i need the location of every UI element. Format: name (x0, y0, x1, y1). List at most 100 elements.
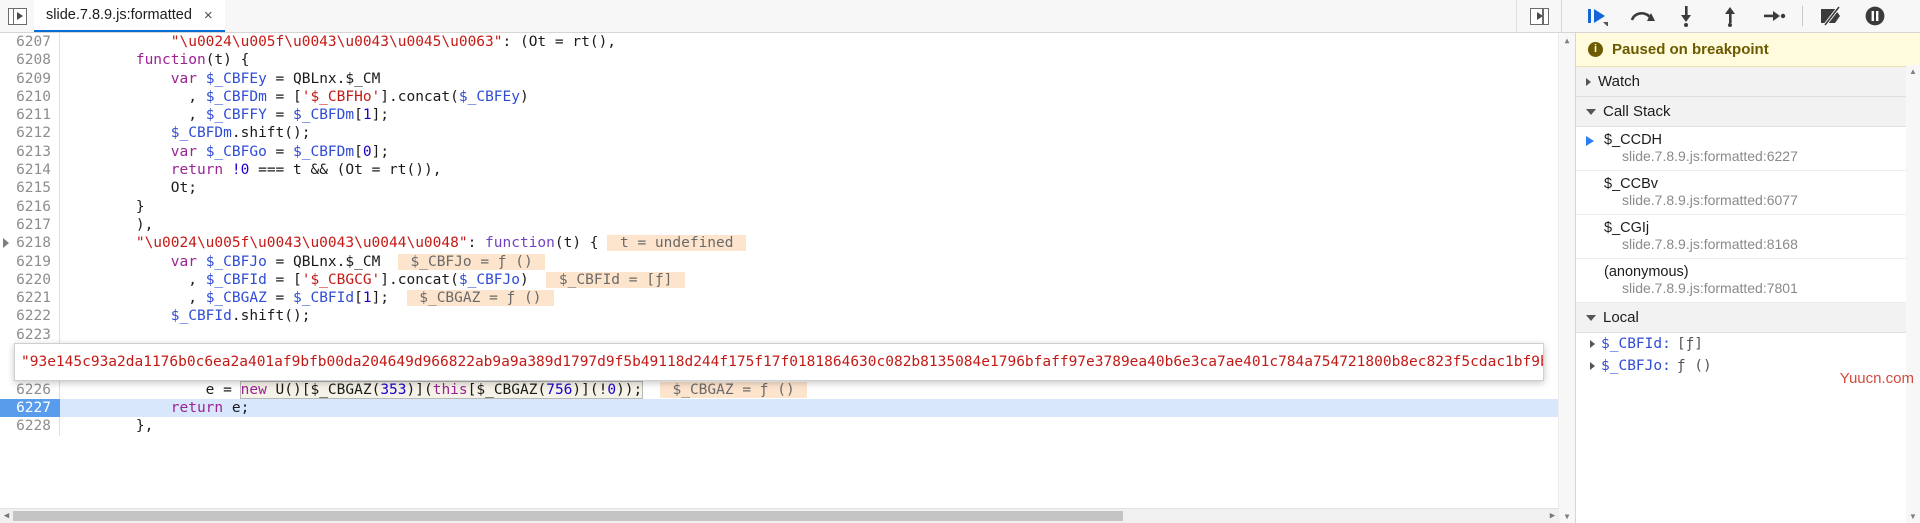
step-out-button[interactable] (1708, 1, 1752, 32)
line-number[interactable]: 6208 (0, 51, 60, 70)
pause-on-exceptions-button[interactable] (1853, 1, 1897, 32)
code-line[interactable]: 6220 , $_CBFId = ['$_CBGCG'].concat($_CB… (0, 270, 1559, 290)
code-line[interactable]: 6215 Ot; (0, 179, 1559, 198)
sidebar-vertical-scrollbar[interactable]: ▲ ▼ (1906, 65, 1920, 523)
line-number[interactable]: 6210 (0, 87, 60, 107)
step-over-button[interactable] (1620, 1, 1664, 32)
code-line[interactable]: 6222 $_CBFId.shift(); (0, 307, 1559, 326)
line-number[interactable]: 6214 (0, 161, 60, 180)
watch-section-header[interactable]: Watch (1576, 67, 1920, 97)
call-stack-frame[interactable]: $_CCDH slide.7.8.9.js:formatted:6227 (1576, 127, 1920, 171)
code-text[interactable]: "\u0024\u005f\u0043\u0043\u0045\u0063": … (60, 33, 1559, 51)
code-line[interactable]: 6212 $_CBFDm.shift(); (0, 124, 1559, 143)
code-line[interactable]: 6219 var $_CBFJo = QBLnx.$_CM $_CBFJo = … (0, 252, 1559, 271)
code-text[interactable] (60, 326, 1559, 344)
line-number[interactable]: 6209 (0, 69, 60, 88)
hscroll-track[interactable] (13, 509, 1546, 523)
close-icon[interactable]: × (201, 7, 216, 24)
selected-expression[interactable]: new U()[$_CBGAZ(353)](this[$_CBGAZ(756)]… (239, 380, 644, 399)
code-token: ]; (371, 143, 390, 160)
line-number[interactable]: 6211 (0, 106, 60, 125)
source-tab-strip: slide.7.8.9.js:formatted × (0, 0, 1561, 32)
value-tooltip-popup: "93e145c93a2da1176b0c6ea2a401af9bfb00da2… (14, 343, 1544, 381)
code-text[interactable]: e = new U()[$_CBGAZ(353)](this[$_CBGAZ(7… (60, 380, 1559, 399)
hscroll-thumb[interactable] (13, 511, 1123, 521)
code-text[interactable]: var $_CBFGo = $_CBFDm[0]; (60, 143, 1559, 161)
vscroll-down-arrow[interactable]: ▼ (1559, 509, 1575, 523)
vscroll-up-arrow[interactable]: ▲ (1559, 33, 1575, 47)
code-text[interactable]: $_CBFId.shift(); (60, 307, 1559, 325)
code-text[interactable]: , $_CBFId = ['$_CBGCG'].concat($_CBFJo) … (60, 271, 1559, 289)
code-text[interactable]: }, (60, 417, 1559, 435)
line-number[interactable]: 6227 (0, 398, 60, 418)
deactivate-breakpoints-button[interactable] (1809, 1, 1853, 32)
source-editor[interactable]: 6207 "\u0024\u005f\u0043\u0043\u0045\u00… (0, 33, 1575, 523)
code-text[interactable]: return !0 === t && (Ot = rt()), (60, 161, 1559, 179)
code-line[interactable]: 6214 return !0 === t && (Ot = rt()), (0, 161, 1559, 180)
code-line[interactable]: 6217 ), (0, 215, 1559, 235)
chevron-right-icon[interactable] (1590, 362, 1595, 370)
code-text[interactable]: return e; (60, 399, 1559, 417)
call-stack-frame[interactable]: $_CCBv slide.7.8.9.js:formatted:6077 (1576, 171, 1920, 215)
call-stack-section-header[interactable]: Call Stack (1576, 97, 1920, 127)
code-line[interactable]: 6209 var $_CBFEy = QBLnx.$_CM (0, 69, 1559, 88)
code-line[interactable]: 6228 }, (0, 417, 1559, 436)
line-number[interactable]: 6228 (0, 417, 60, 436)
editor-vertical-scrollbar[interactable]: ▲ ▼ (1558, 33, 1575, 523)
line-number[interactable]: 6207 (0, 33, 60, 52)
code-line[interactable]: 6223 (0, 325, 1559, 345)
hscroll-left-arrow[interactable]: ◀ (0, 510, 13, 523)
code-line[interactable]: 6208 function(t) { (0, 51, 1559, 70)
line-number[interactable]: 6217 (0, 215, 60, 235)
line-number[interactable]: 6226 (0, 380, 60, 399)
code-token: } (66, 198, 145, 215)
line-number[interactable]: 6223 (0, 325, 60, 345)
line-number[interactable]: 6215 (0, 179, 60, 198)
code-text[interactable]: } (60, 198, 1559, 216)
code-text[interactable]: , $_CBFFY = $_CBFDm[1]; (60, 106, 1559, 124)
code-text[interactable]: Ot; (60, 179, 1559, 197)
code-line[interactable]: 6210 , $_CBFDm = ['$_CBFHo'].concat($_CB… (0, 87, 1559, 107)
code-text[interactable]: ), (60, 216, 1559, 234)
line-number[interactable]: 6216 (0, 197, 60, 216)
resume-button[interactable] (1576, 1, 1620, 32)
sidebar-vscroll-down-arrow[interactable]: ▼ (1906, 510, 1920, 523)
line-number[interactable]: 6213 (0, 142, 60, 162)
local-scope-section-header[interactable]: Local (1576, 303, 1920, 333)
line-number[interactable]: 6212 (0, 124, 60, 143)
line-number[interactable]: 6220 (0, 270, 60, 290)
step-button[interactable] (1752, 1, 1796, 32)
line-number[interactable]: 6219 (0, 252, 60, 271)
line-number[interactable]: 6218 (0, 234, 60, 253)
chevron-right-icon[interactable] (1590, 340, 1595, 348)
scope-variable-row[interactable]: $_CBFId: [ƒ] (1576, 333, 1920, 355)
code-line[interactable]: 6218 "\u0024\u005f\u0043\u0043\u0044\u00… (0, 234, 1559, 253)
code-line[interactable]: 6211 , $_CBFFY = $_CBFDm[1]; (0, 106, 1559, 125)
source-tab-label: slide.7.8.9.js:formatted (46, 7, 192, 23)
code-line[interactable]: 6207 "\u0024\u005f\u0043\u0043\u0045\u00… (0, 33, 1559, 52)
toggle-right-pane-button[interactable] (1516, 0, 1561, 32)
call-stack-frame[interactable]: $_CGIj slide.7.8.9.js:formatted:8168 (1576, 215, 1920, 259)
source-tab[interactable]: slide.7.8.9.js:formatted × (34, 0, 225, 32)
code-text[interactable]: , $_CBFDm = ['$_CBFHo'].concat($_CBFEy) (60, 88, 1559, 106)
sidebar-vscroll-up-arrow[interactable]: ▲ (1906, 65, 1920, 78)
code-text[interactable]: var $_CBFEy = QBLnx.$_CM (60, 70, 1559, 88)
call-stack-frame[interactable]: (anonymous) slide.7.8.9.js:formatted:7801 (1576, 259, 1920, 303)
code-line[interactable]: 6221 , $_CBGAZ = $_CBFId[1]; $_CBGAZ = ƒ… (0, 289, 1559, 308)
code-line[interactable]: 6226 e = new U()[$_CBGAZ(353)](this[$_CB… (0, 380, 1559, 399)
step-in-button[interactable] (1664, 1, 1708, 32)
code-text[interactable]: , $_CBGAZ = $_CBFId[1]; $_CBGAZ = ƒ () (60, 289, 1559, 307)
code-line[interactable]: 6213 var $_CBFGo = $_CBFDm[0]; (0, 142, 1559, 162)
toggle-left-pane-button[interactable] (0, 0, 34, 32)
line-number[interactable]: 6221 (0, 289, 60, 308)
code-line[interactable]: 6227 return e; (0, 398, 1559, 418)
editor-horizontal-scrollbar[interactable]: ◀ ▶ (0, 508, 1559, 523)
code-line[interactable]: 6216 } (0, 197, 1559, 216)
line-number[interactable]: 6222 (0, 307, 60, 326)
code-text[interactable]: $_CBFDm.shift(); (60, 124, 1559, 142)
code-text[interactable]: "\u0024\u005f\u0043\u0043\u0044\u0048": … (60, 234, 1559, 252)
code-text[interactable]: function(t) { (60, 51, 1559, 69)
code-text[interactable]: var $_CBFJo = QBLnx.$_CM $_CBFJo = ƒ () (60, 253, 1559, 271)
